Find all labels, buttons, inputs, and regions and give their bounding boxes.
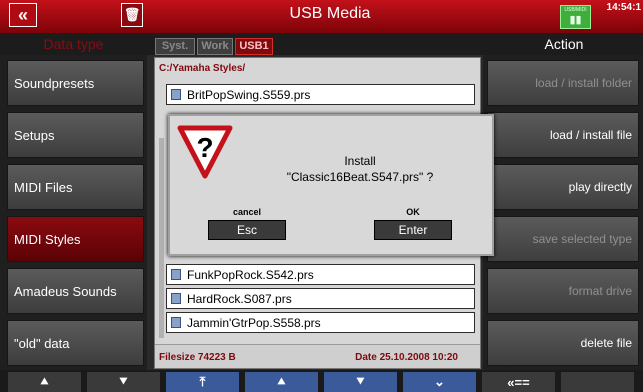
blank-button[interactable] [561,372,634,392]
trash-icon: 🗑 [123,7,141,22]
play-directly-button[interactable]: play directly [487,164,639,210]
esc-button[interactable]: Esc [208,220,286,240]
warning-icon: ? [177,125,233,179]
data-type-header: Data type [43,36,104,52]
data-type-midi-files[interactable]: MIDI Files [7,164,144,210]
file-row[interactable]: FunkPopRock.S542.prs [166,264,475,285]
load-install-file-button[interactable]: load / install file [487,112,639,158]
delete-file-button[interactable]: delete file [487,320,639,366]
data-type-midi-styles[interactable]: MIDI Styles [7,216,144,262]
double-down-icon: ⯆ [118,374,129,389]
file-icon [171,317,181,328]
cancel-label: cancel [232,207,262,217]
filesize-text: Filesize 74223 B [159,352,236,363]
ok-label: OK [406,207,420,217]
back-icon: « [17,4,28,25]
save-selected-type-button[interactable]: save selected type [487,216,639,262]
file-icon [171,89,181,100]
file-icon [171,293,181,304]
back-button-bottom[interactable]: «== [482,372,555,392]
file-row[interactable]: BritPopSwing.S559.prs [166,84,475,105]
double-down-button[interactable]: ⯆ [87,372,160,392]
header-row: Data type Syst. Work USB1 Action [0,33,643,55]
data-type-soundpresets[interactable]: Soundpresets [7,60,144,106]
file-name: HardRock.S087.prs [187,291,292,306]
bottom-nav-bar: ⯅ ⯆ ⤒ ⯅ ⯆ ⌄ «== [0,370,643,392]
data-type-old-data[interactable]: "old" data [7,320,144,366]
enter-button[interactable]: Enter [374,220,452,240]
down-button[interactable]: ⌄ [403,372,476,392]
double-up-icon: ⯅ [39,374,50,389]
data-type-amadeus-sounds[interactable]: Amadeus Sounds [7,268,144,314]
page-up-button[interactable]: ⯅ [245,372,318,392]
trash-button[interactable]: 🗑 [121,3,143,27]
file-info-bar: Filesize 74223 B Date 25.10.2008 10:20 [155,344,480,368]
file-name: BritPopSwing.S559.prs [187,87,311,102]
clock: 14:54:1 [606,2,641,13]
tab-syst[interactable]: Syst. [155,38,195,55]
usb-icon: ▮▮ [569,14,582,26]
file-row[interactable]: Jammin'GtrPop.S558.prs [166,312,475,333]
file-name: Jammin'GtrPop.S558.prs [187,315,321,330]
tab-usb1[interactable]: USB1 [235,38,273,55]
file-name: FunkPopRock.S542.prs [187,267,314,282]
usb-status-indicator: USB/MIDI ▮▮ [560,5,591,29]
data-type-list: Soundpresets Setups MIDI Files MIDI Styl… [0,55,147,370]
file-row[interactable]: HardRock.S087.prs [166,288,475,309]
double-up-button[interactable]: ⯅ [8,372,81,392]
dialog-filename: "Classic16Beat.S547.prs" ? [286,170,434,184]
back-arrow-icon: «== [507,374,530,390]
format-drive-button[interactable]: format drive [487,268,639,314]
double-down-icon: ⯆ [355,374,366,389]
double-up-icon: ⯅ [276,374,287,389]
to-top-button[interactable]: ⤒ [166,372,239,392]
install-dialog: ? Install "Classic16Beat.S547.prs" ? can… [168,114,494,256]
file-icon [171,269,181,280]
page-title: USB Media [289,5,371,22]
date-text: Date 25.10.2008 10:20 [355,352,458,363]
back-button[interactable]: « [9,3,37,27]
to-top-icon: ⤒ [199,374,206,389]
scrollbar[interactable] [159,138,164,338]
page-down-button[interactable]: ⯆ [324,372,397,392]
svg-text:?: ? [196,132,213,163]
tab-work[interactable]: Work [197,38,233,55]
dialog-title: Install [344,154,376,168]
load-install-folder-button[interactable]: load / install folder [487,60,639,106]
action-header: Action [544,36,584,52]
title-bar: « 🗑 USB Media USB/MIDI ▮▮ 14:54:1 [0,0,643,33]
current-path: C:/Yamaha Styles/ [159,63,246,74]
action-list: load / install folder load / install fil… [483,55,643,370]
down-icon: ⌄ [434,374,445,389]
data-type-setups[interactable]: Setups [7,112,144,158]
